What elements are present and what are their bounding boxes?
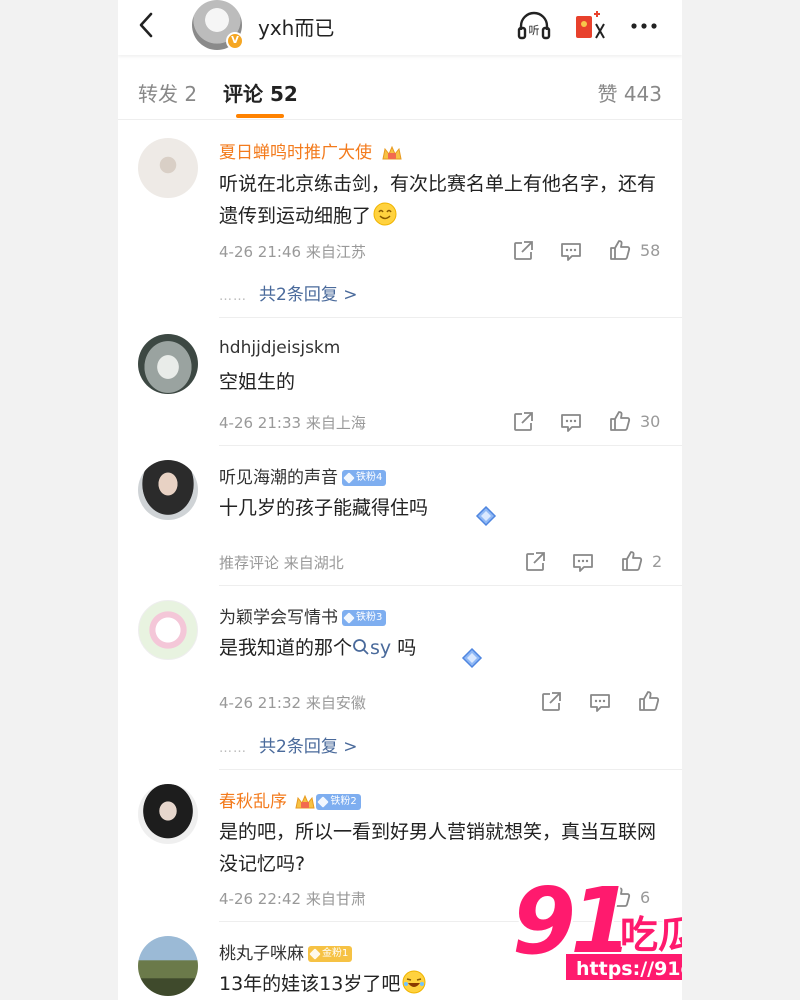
like-thumb-icon[interactable]: [637, 689, 661, 713]
diamond-decoration-icon: [461, 647, 483, 669]
comment-icon[interactable]: [559, 239, 583, 263]
share-icon[interactable]: [511, 239, 535, 263]
fan-level-badge: 铁粉3: [342, 610, 387, 626]
verified-badge-icon: V: [226, 32, 244, 50]
fan-level-badge: 铁粉4: [342, 470, 387, 486]
red-envelope-icon[interactable]: [572, 8, 608, 44]
comment-meta: 4-26 22:42 来自甘肃: [219, 890, 366, 908]
author-name[interactable]: yxh而已: [258, 12, 334, 41]
weibo-detail-screen: V yxh而已 听 转发 2 评论 52 赞 443 夏日蝉鸣时推广大使 听说在…: [118, 0, 682, 1000]
commenter-avatar[interactable]: [138, 460, 198, 520]
commenter-avatar[interactable]: [138, 334, 198, 394]
laughing-emoji-icon: [402, 970, 426, 994]
comment-meta: 4-26 21:46 来自江苏: [219, 243, 366, 261]
fan-level-badge: 金粉1: [308, 946, 353, 962]
commenter-avatar[interactable]: [138, 784, 198, 844]
promoter-crown-icon: [382, 145, 403, 160]
tab-likes[interactable]: 赞 443: [597, 78, 662, 107]
tab-bar: 转发 2 评论 52 赞 443: [118, 60, 682, 120]
share-icon[interactable]: [511, 410, 535, 434]
comment-item: 听见海潮的声音 铁粉4 十几岁的孩子能藏得住吗 推荐评论 来自湖北 2: [118, 446, 682, 586]
commenter-name[interactable]: 为颖学会写情书 铁粉3: [219, 603, 387, 628]
comment-text: 十几岁的孩子能藏得住吗: [219, 497, 429, 519]
commenter-avatar[interactable]: [138, 138, 198, 198]
tab-repost[interactable]: 转发 2: [138, 78, 197, 107]
commenter-name[interactable]: 桃丸子咪麻 金粉1: [219, 939, 353, 964]
comment-text: 是我知道的那个 sy 吗: [219, 637, 417, 659]
view-replies-link[interactable]: …… 共2条回复 >: [219, 732, 357, 757]
watermark-url: https://91chigua29.com: [564, 952, 682, 982]
comment-item: 为颖学会写情书 铁粉3 是我知道的那个 sy 吗 4-26 21:32 来自安徽 ……: [118, 586, 682, 770]
commenter-name[interactable]: 夏日蝉鸣时推广大使: [219, 138, 403, 163]
search-icon: [353, 639, 369, 655]
commenter-name[interactable]: 听见海潮的声音 铁粉4: [219, 463, 387, 488]
comment-icon[interactable]: [559, 410, 583, 434]
promoter-crown-icon: [295, 794, 316, 809]
tab-comments[interactable]: 评论 52: [223, 78, 298, 107]
view-replies-link[interactable]: …… 共2条回复 >: [219, 280, 357, 305]
comment-meta: 4-26 21:32 来自安徽: [219, 694, 366, 712]
more-options-icon[interactable]: [626, 8, 662, 44]
like-thumb-icon[interactable]: [608, 409, 632, 433]
smile-emoji-icon: [373, 202, 397, 226]
commenter-avatar[interactable]: [138, 936, 198, 996]
comment-icon[interactable]: [588, 690, 612, 714]
comment-icon[interactable]: [571, 550, 595, 574]
like-thumb-icon[interactable]: [608, 238, 632, 262]
comment-item: hdhjjdjeisjskm 空姐生的 4-26 21:33 来自上海 30: [118, 318, 682, 446]
comment-text: 空姐生的: [219, 371, 296, 393]
comment-item: 夏日蝉鸣时推广大使 听说在北京练击剑，有次比赛名单上有他名字，还有遗传到运动细胞…: [118, 122, 682, 318]
active-tab-indicator: [236, 114, 284, 118]
comment-meta: 推荐评论 来自湖北: [219, 554, 344, 572]
watermark-name: 吃瓜中心: [618, 912, 682, 959]
back-arrow-icon[interactable]: [132, 10, 162, 40]
commenter-avatar[interactable]: [138, 600, 198, 660]
listen-headphones-icon[interactable]: 听: [516, 8, 552, 44]
diamond-decoration-icon: [475, 505, 497, 527]
like-thumb-icon[interactable]: [620, 549, 644, 573]
site-watermark: 91 吃瓜中心 https://91chigua29.com: [510, 866, 682, 1000]
fan-level-badge: 铁粉2: [316, 794, 361, 810]
commenter-name[interactable]: 春秋乱序 铁粉2: [219, 787, 361, 812]
top-bar: V yxh而已 听: [118, 0, 682, 55]
like-count: 58: [640, 241, 661, 260]
search-keyword-link[interactable]: sy: [370, 637, 391, 659]
comment-text: 听说在北京练击剑，有次比赛名单上有他名字，还有遗传到运动细胞了: [219, 173, 657, 227]
svg-text:听: 听: [529, 24, 540, 37]
commenter-name[interactable]: hdhjjdjeisjskm: [219, 338, 340, 358]
share-icon[interactable]: [539, 690, 563, 714]
share-icon[interactable]: [523, 550, 547, 574]
comment-meta: 4-26 21:33 来自上海: [219, 414, 366, 432]
like-count: 2: [652, 552, 663, 571]
like-count: 30: [640, 412, 661, 431]
